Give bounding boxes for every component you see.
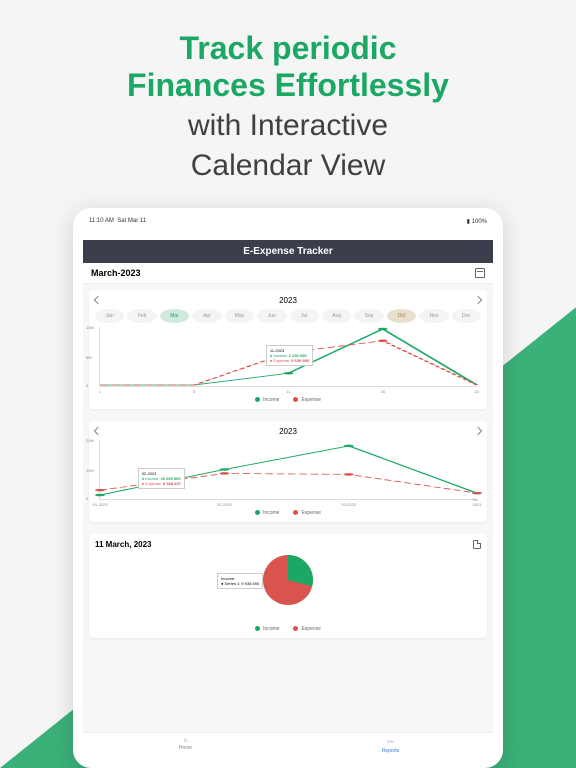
reports-icon: 〰 [288, 737, 493, 747]
chart-tooltip: 11-2023 ● Income: 2 230 050 ● Expense: 5… [266, 345, 313, 367]
card1-year: 2023 [279, 296, 297, 305]
card-pie-chart: 11 March, 2023 Income: ● Series 1: 9 936… [89, 534, 487, 638]
nav-reports[interactable]: 〰 Reports [288, 733, 493, 758]
status-battery: ▮ 100% [467, 218, 487, 225]
chevron-right-icon[interactable] [474, 296, 482, 304]
month-chips: Jan Feb Mar Apr May Jun Jul Aug Sep Oct … [95, 309, 481, 323]
headline-line2: Finances Effortlessly [40, 67, 536, 104]
chevron-left-icon[interactable] [94, 296, 102, 304]
pie-tooltip: Income: ● Series 1: 9 936 690 [217, 573, 263, 589]
home-icon: ⌂ [83, 737, 288, 744]
monthly-line-chart[interactable]: 20M 10M 0 01-2023 02-2023 03-2023 04-202… [99, 440, 477, 500]
note-icon[interactable] [473, 540, 481, 549]
month-chip[interactable]: Feb [127, 309, 156, 323]
bottom-nav: ⌂ Home 〰 Reports [83, 732, 493, 758]
month-chip[interactable]: Sep [354, 309, 383, 323]
legend: Income Expense [95, 626, 481, 632]
headline-sub2: Calendar View [40, 148, 536, 184]
month-chip[interactable]: Jun [257, 309, 286, 323]
month-chip[interactable]: Apr [192, 309, 221, 323]
legend: Income Expense [95, 397, 481, 403]
chevron-right-icon[interactable] [474, 427, 482, 435]
calendar-icon[interactable] [475, 268, 485, 278]
headline-sub1: with Interactive [40, 108, 536, 144]
month-chip[interactable]: Aug [322, 309, 351, 323]
month-label: March-2023 [91, 268, 141, 278]
month-chip[interactable]: Oct [387, 309, 416, 323]
daily-line-chart[interactable]: 10M 5M 0 1 6 11 16 22 11-2023 ● [99, 327, 477, 387]
status-time: 11:10 AM Sat Mar 11 [89, 218, 146, 225]
card-daily-chart: 2023 Jan Feb Mar Apr May Jun Jul Aug Sep… [89, 290, 487, 409]
chevron-left-icon[interactable] [94, 427, 102, 435]
month-chip[interactable]: Jan [95, 309, 124, 323]
month-chip[interactable]: Dec [452, 309, 481, 323]
nav-home[interactable]: ⌂ Home [83, 733, 288, 758]
headline-line1: Track periodic [40, 30, 536, 67]
card2-year: 2023 [279, 427, 297, 436]
pie-chart[interactable]: Income: ● Series 1: 9 936 690 [95, 549, 481, 616]
pie-date: 11 March, 2023 [95, 540, 151, 549]
month-chip[interactable]: Nov [419, 309, 448, 323]
chart-tooltip: 02-2023 ● Income: 10 000 500 ● Expense: … [138, 468, 185, 490]
app: E-Expense Tracker March-2023 2023 Jan Fe… [83, 240, 493, 758]
app-header: E-Expense Tracker [83, 240, 493, 263]
card-monthly-chart: 2023 20M 10M 0 01-2023 02-2023 03-2023 0… [89, 421, 487, 522]
month-bar: March-2023 [83, 263, 493, 284]
month-chip[interactable]: May [225, 309, 254, 323]
status-bar: 11:10 AM Sat Mar 11 ▮ 100% [89, 218, 487, 225]
month-chip[interactable]: Jul [290, 309, 319, 323]
tablet-frame: 11:10 AM Sat Mar 11 ▮ 100% E-Expense Tra… [73, 208, 503, 768]
legend: Income Expense [95, 510, 481, 516]
month-chip-active[interactable]: Mar [160, 309, 189, 323]
headline: Track periodic Finances Effortlessly wit… [0, 0, 576, 194]
